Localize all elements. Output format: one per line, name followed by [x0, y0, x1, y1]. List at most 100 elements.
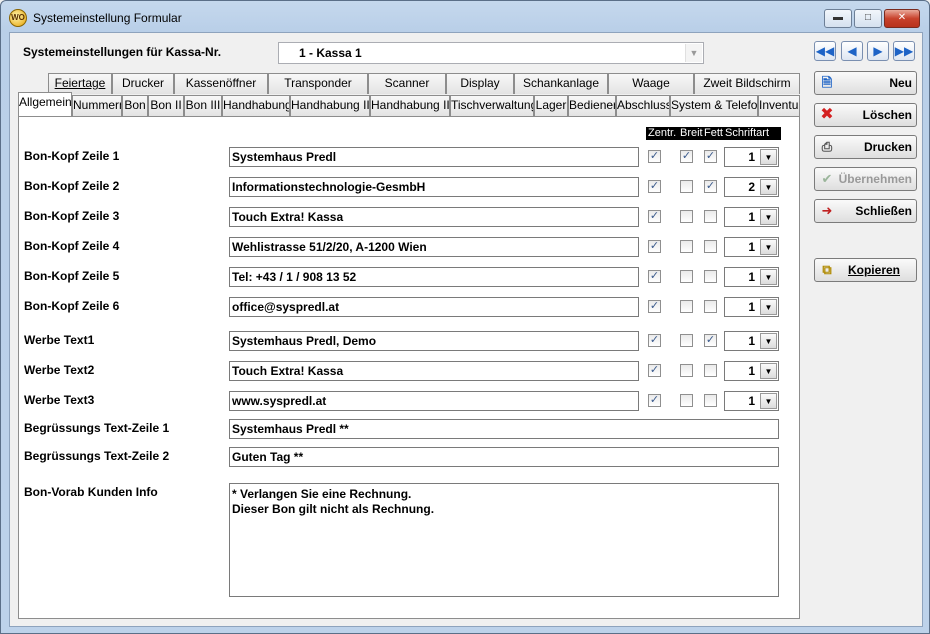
tab-display[interactable]: Display [446, 73, 514, 94]
checkbox-fett[interactable] [704, 364, 717, 377]
tab-tischverwaltung[interactable]: Tischverwaltung [450, 95, 534, 116]
chevron-down-icon[interactable]: ▼ [685, 44, 702, 62]
checkbox-zentr[interactable]: ✓ [648, 240, 661, 253]
tab-transponder[interactable]: Transponder [268, 73, 368, 94]
tab-kassenoeffner[interactable]: Kassenöffner [174, 73, 268, 94]
new-document-icon: 🗎 [821, 75, 833, 90]
next-record-button[interactable]: ▶ [867, 41, 889, 61]
tab-abschluss[interactable]: Abschluss [616, 95, 670, 116]
tab-allgemein[interactable]: Allgemein [18, 92, 72, 116]
tab-bediener[interactable]: Bediener [568, 95, 616, 116]
checkbox-zentr[interactable]: ✓ [648, 180, 661, 193]
greeting-field-2[interactable]: Guten Tag ** [229, 447, 779, 467]
checkbox-breit[interactable] [680, 334, 693, 347]
first-record-button[interactable]: ◀◀ [814, 41, 836, 61]
font-select-value: 1 [748, 210, 755, 224]
chevron-down-icon[interactable]: ▼ [760, 149, 777, 165]
tab-waage[interactable]: Waage [608, 73, 694, 94]
checkbox-fett[interactable]: ✓ [704, 150, 717, 163]
font-select[interactable]: 1 ▼ [724, 237, 779, 257]
checkbox-breit[interactable] [680, 210, 693, 223]
chevron-down-icon[interactable]: ▼ [760, 393, 777, 409]
row-text-field[interactable]: www.syspredl.at [229, 391, 639, 411]
row-text-field[interactable]: Systemhaus Predl, Demo [229, 331, 639, 351]
tab-inventur[interactable]: Inventur [758, 95, 800, 116]
title-bar[interactable]: WO Systemeinstellung Formular ▬ □ ✕ [1, 1, 929, 31]
row-text-field[interactable]: Wehlistrasse 51/2/20, A-1200 Wien [229, 237, 639, 257]
loeschen-button[interactable]: ✖ Löschen [814, 103, 917, 127]
kopieren-button[interactable]: ⧉ Kopieren [814, 258, 917, 282]
tab-system-telefon[interactable]: System & Telefon [670, 95, 758, 116]
previous-record-button[interactable]: ◀ [841, 41, 863, 61]
checkbox-zentr[interactable]: ✓ [648, 150, 661, 163]
tab-bon-ii[interactable]: Bon II [148, 95, 184, 116]
font-select[interactable]: 1 ▼ [724, 267, 779, 287]
checkbox-fett[interactable] [704, 394, 717, 407]
uebernehmen-button[interactable]: ✔ Übernehmen [814, 167, 917, 191]
checkbox-breit[interactable] [680, 394, 693, 407]
font-select[interactable]: 1 ▼ [724, 331, 779, 351]
chevron-down-icon[interactable]: ▼ [760, 179, 777, 195]
font-select[interactable]: 1 ▼ [724, 361, 779, 381]
chevron-down-icon[interactable]: ▼ [760, 299, 777, 315]
font-select[interactable]: 1 ▼ [724, 147, 779, 167]
checkbox-zentr[interactable]: ✓ [648, 300, 661, 313]
last-record-button[interactable]: ▶▶ [893, 41, 915, 61]
tab-schankanlage[interactable]: Schankanlage [514, 73, 608, 94]
tab-lager[interactable]: Lager [534, 95, 568, 116]
column-header-fett: Fett [704, 127, 723, 139]
font-select[interactable]: 2 ▼ [724, 177, 779, 197]
checkbox-zentr[interactable]: ✓ [648, 394, 661, 407]
checkbox-zentr[interactable]: ✓ [648, 334, 661, 347]
checkbox-breit[interactable] [680, 270, 693, 283]
checkbox-breit[interactable] [680, 300, 693, 313]
chevron-down-icon[interactable]: ▼ [760, 239, 777, 255]
tab-bon[interactable]: Bon [122, 95, 148, 116]
chevron-down-icon[interactable]: ▼ [760, 333, 777, 349]
row-text-field[interactable]: Touch Extra! Kassa [229, 207, 639, 227]
maximize-button[interactable]: □ [854, 9, 882, 28]
chevron-down-icon[interactable]: ▼ [760, 209, 777, 225]
checkbox-breit[interactable] [680, 364, 693, 377]
tab-handhabung-ii[interactable]: Handhabung II [290, 95, 370, 116]
checkbox-breit[interactable] [680, 240, 693, 253]
tab-bon-iii[interactable]: Bon III [184, 95, 222, 116]
font-select[interactable]: 1 ▼ [724, 207, 779, 227]
row-text-field[interactable]: Informationstechnologie-GesmbH [229, 177, 639, 197]
row-text-field[interactable]: Systemhaus Predl [229, 147, 639, 167]
neu-button[interactable]: 🗎 Neu [814, 71, 917, 95]
font-select[interactable]: 1 ▼ [724, 391, 779, 411]
tab-feiertage[interactable]: Feiertage [48, 73, 112, 94]
tab-drucker[interactable]: Drucker [112, 73, 174, 94]
row-text-field[interactable]: Tel: +43 / 1 / 908 13 52 [229, 267, 639, 287]
checkbox-fett[interactable]: ✓ [704, 334, 717, 347]
row-text-field[interactable]: Touch Extra! Kassa [229, 361, 639, 381]
font-select[interactable]: 1 ▼ [724, 297, 779, 317]
row-text-field[interactable]: office@syspredl.at [229, 297, 639, 317]
checkbox-zentr[interactable]: ✓ [648, 364, 661, 377]
kassa-label: Systemeinstellungen für Kassa-Nr. [23, 45, 222, 59]
checkbox-breit[interactable]: ✓ [680, 150, 693, 163]
tab-nummern[interactable]: Nummern [72, 95, 122, 116]
drucken-button[interactable]: ⎙ Drucken [814, 135, 917, 159]
chevron-down-icon[interactable]: ▼ [760, 363, 777, 379]
checkbox-fett[interactable] [704, 240, 717, 253]
tab-zweit-bildschirm[interactable]: Zweit Bildschirm [694, 73, 800, 94]
tab-handhabung-iii[interactable]: Handhabung III [370, 95, 450, 116]
checkbox-fett[interactable] [704, 300, 717, 313]
kassa-select[interactable]: 1 - Kassa 1 ▼ [278, 42, 704, 64]
checkbox-zentr[interactable]: ✓ [648, 270, 661, 283]
chevron-down-icon[interactable]: ▼ [760, 269, 777, 285]
checkbox-fett[interactable] [704, 270, 717, 283]
minimize-button[interactable]: ▬ [824, 9, 852, 28]
schliessen-button[interactable]: ➜ Schließen [814, 199, 917, 223]
tab-scanner[interactable]: Scanner [368, 73, 446, 94]
checkbox-fett[interactable] [704, 210, 717, 223]
checkbox-breit[interactable] [680, 180, 693, 193]
tab-handhabung[interactable]: Handhabung [222, 95, 290, 116]
greeting-field-1[interactable]: Systemhaus Predl ** [229, 419, 779, 439]
checkbox-fett[interactable]: ✓ [704, 180, 717, 193]
close-button[interactable]: ✕ [884, 9, 920, 28]
memo-field[interactable]: * Verlangen Sie eine Rechnung. Dieser Bo… [229, 483, 779, 597]
checkbox-zentr[interactable]: ✓ [648, 210, 661, 223]
